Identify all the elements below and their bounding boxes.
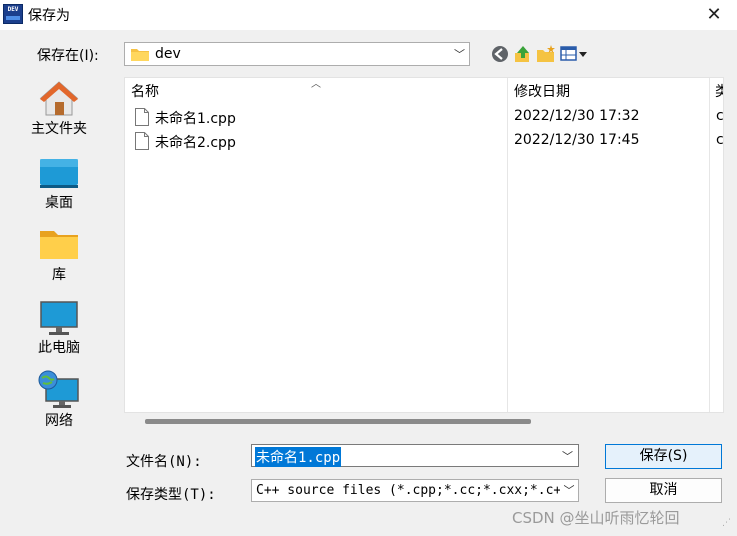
network-icon: [38, 370, 79, 408]
file-icon: [135, 108, 149, 126]
save-in-value: dev: [155, 46, 181, 62]
file-name-value: 未命名1.cpp: [255, 447, 342, 467]
desktop-icon: [40, 159, 78, 188]
save-in-dropdown[interactable]: dev ﹀: [124, 42, 470, 66]
column-header-type[interactable]: 类: [715, 81, 723, 101]
scrollbar-thumb[interactable]: [145, 419, 531, 424]
place-label: 网络: [45, 413, 73, 429]
home-icon: [39, 81, 79, 116]
places-bar: 主文件夹 桌面 库 此电脑 网络: [0, 70, 118, 530]
app-icon-text: DEV: [7, 6, 19, 13]
new-folder-icon[interactable]: [536, 44, 556, 64]
app-icon: DEV: [3, 4, 23, 24]
place-label: 此电脑: [38, 340, 80, 356]
file-date: 2022/12/30 17:45: [514, 132, 640, 148]
watermark-text: CSDN @坐山听雨忆轮回: [512, 509, 680, 527]
column-header-name[interactable]: 名称: [131, 81, 159, 101]
file-date: 2022/12/30 17:32: [514, 108, 640, 124]
horizontal-scrollbar[interactable]: [124, 413, 724, 431]
file-name: 未命名2.cpp: [155, 135, 236, 151]
resize-grip-icon[interactable]: ⋰: [722, 518, 731, 528]
file-type: c: [716, 108, 724, 124]
view-menu-icon[interactable]: [560, 44, 590, 64]
place-network[interactable]: 网络: [0, 366, 118, 436]
place-label: 桌面: [45, 195, 73, 211]
place-home[interactable]: 主文件夹: [0, 74, 118, 144]
place-desktop[interactable]: 桌面: [0, 148, 118, 218]
file-name: 未命名1.cpp: [155, 111, 236, 127]
cancel-button[interactable]: 取消: [605, 478, 722, 503]
chevron-down-icon: ﹀: [454, 48, 465, 61]
file-type-value: C++ source files (*.cpp;*.cc;*.cxx;*.c++…: [256, 483, 578, 498]
library-folder-icon: [40, 231, 78, 259]
file-type-label: 保存类型(T):: [126, 487, 216, 503]
sort-ascending-icon: ︿: [311, 79, 321, 90]
window-title: 保存为: [28, 8, 70, 24]
file-type-dropdown[interactable]: C++ source files (*.cpp;*.cc;*.cxx;*.c++…: [251, 479, 579, 502]
file-type: c: [716, 132, 724, 148]
file-name-input[interactable]: 未命名1.cpp ﹀: [251, 444, 579, 467]
folder-icon: [131, 49, 149, 61]
file-name-label: 文件名(N):: [126, 454, 202, 470]
file-list[interactable]: ︿ 名称 修改日期 类 未命名1.cpp 2022/12/30 17:32 c …: [124, 77, 724, 413]
place-label: 库: [52, 267, 66, 283]
computer-icon: [40, 301, 78, 335]
place-library[interactable]: 库: [0, 220, 118, 290]
chevron-down-icon[interactable]: ﹀: [562, 448, 573, 464]
column-header-date[interactable]: 修改日期: [514, 81, 570, 101]
file-icon: [135, 132, 149, 150]
close-button[interactable]: ✕: [691, 0, 737, 30]
title-bar: DEV 保存为 ✕: [0, 0, 737, 30]
file-row[interactable]: 未命名1.cpp 2022/12/30 17:32 c: [125, 105, 724, 129]
up-folder-icon[interactable]: [513, 44, 533, 64]
back-icon[interactable]: [490, 44, 510, 64]
place-this-pc[interactable]: 此电脑: [0, 293, 118, 363]
place-label: 主文件夹: [31, 121, 87, 137]
chevron-down-icon: ﹀: [560, 480, 578, 501]
save-button[interactable]: 保存(S): [605, 444, 722, 469]
file-row[interactable]: 未命名2.cpp 2022/12/30 17:45 c: [125, 129, 724, 153]
save-in-label: 保存在(I):: [37, 48, 99, 64]
